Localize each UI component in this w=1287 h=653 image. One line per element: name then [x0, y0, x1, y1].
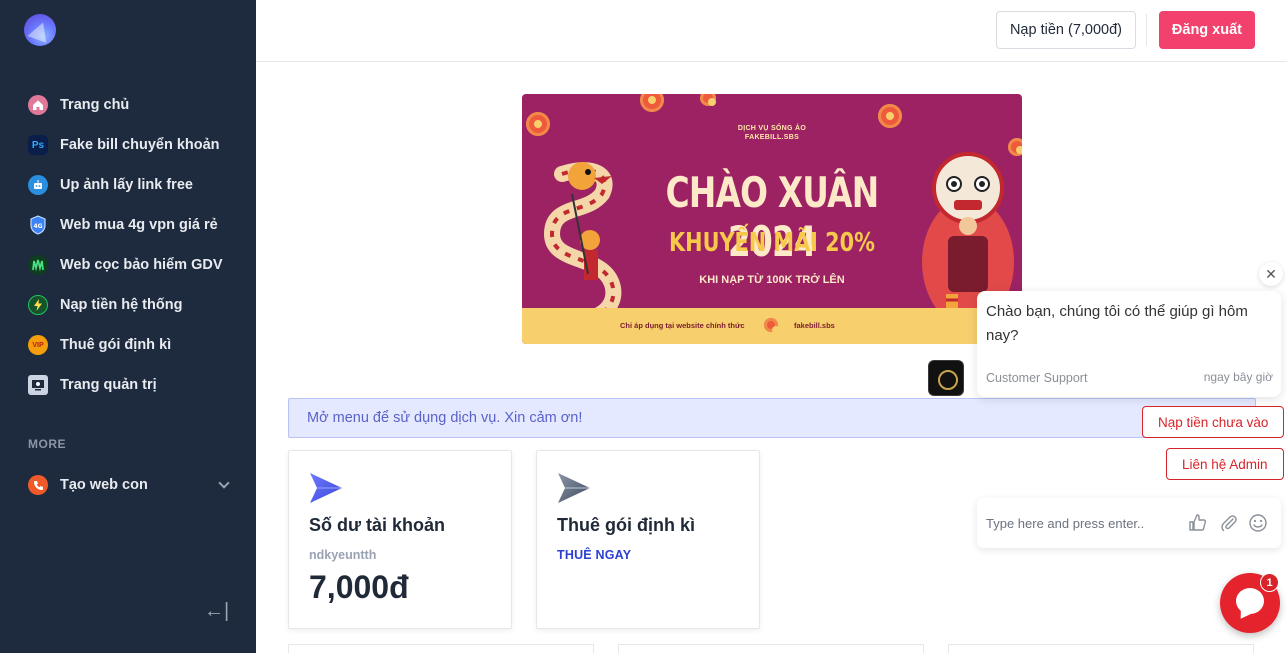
banner-small-line1: DỊCH VỤ SỐNG ẢO: [737, 125, 807, 132]
card-stub: [948, 644, 1254, 653]
username-label: ndkyeuntth: [309, 548, 377, 562]
chat-timestamp: ngay bây giờ: [1203, 370, 1273, 384]
header-divider: [1146, 14, 1147, 46]
emoji-icon[interactable]: [1248, 513, 1268, 533]
sidebar-item-label: Up ảnh lấy link free: [60, 177, 193, 193]
sidebar-item-fake-bill[interactable]: Ps Fake bill chuyển khoản: [0, 125, 256, 165]
chat-option-contact-admin[interactable]: Liên hệ Admin: [1166, 448, 1284, 480]
sidebar-nav-more: Tạo web con: [0, 465, 256, 505]
brand-avatar[interactable]: [928, 360, 964, 396]
logout-button[interactable]: Đăng xuất: [1158, 11, 1255, 49]
sidebar-item-admin[interactable]: Trang quản trị: [0, 365, 256, 405]
chat-option-topup-issue[interactable]: Nạp tiền chưa vào: [1142, 406, 1285, 438]
sidebar-item-subscription[interactable]: VIP Thuê gói định kì: [0, 325, 256, 365]
promo-banner[interactable]: DỊCH VỤ SỐNG ẢO FAKEBILL.SBS CHÀO XUÂN 2…: [522, 94, 1022, 344]
rent-now-link[interactable]: THUÊ NGAY: [557, 548, 631, 562]
dragon-illustration: [543, 162, 622, 328]
chat-bubble-icon: [1236, 588, 1264, 614]
card-stub: [618, 644, 924, 653]
shield-icon: 4G: [28, 215, 48, 235]
photoshop-icon: Ps: [28, 135, 48, 155]
sidebar-item-vpn[interactable]: 4G Web mua 4g vpn giá rẻ: [0, 205, 256, 245]
topup-balance-button[interactable]: Nạp tiền (7,000đ): [995, 11, 1136, 49]
flower-icon: [640, 94, 664, 112]
balance-card: Số dư tài khoản ndkyeuntth 7,000đ: [288, 450, 512, 629]
chat-message-bubble: Chào bạn, chúng tôi có thể giúp gì hôm n…: [977, 291, 1281, 397]
app-logo[interactable]: [24, 14, 56, 46]
svg-text:4G: 4G: [33, 223, 42, 230]
sidebar-item-home[interactable]: Trang chủ: [0, 85, 256, 125]
sidebar-item-label: Nạp tiền hệ thống: [60, 297, 183, 313]
chat-input-area: [977, 498, 1281, 548]
vip-icon: VIP: [28, 335, 48, 355]
sidebar-item-upload-image[interactable]: Up ảnh lấy link free: [0, 165, 256, 205]
paperclip-icon[interactable]: [1219, 513, 1239, 533]
sidebar-nav: Trang chủ Ps Fake bill chuyển khoản Up ả…: [0, 85, 256, 405]
lightning-icon: [28, 295, 48, 315]
info-notice: Mở menu để sử dụng dịch vụ. Xin cảm ơn!: [288, 398, 1256, 438]
sidebar-item-topup-system[interactable]: Nạp tiền hệ thống: [0, 285, 256, 325]
sidebar: Trang chủ Ps Fake bill chuyển khoản Up ả…: [0, 0, 256, 653]
banner-subtitle2: KHI NẠP TỪ 100K TRỞ LÊN: [699, 274, 845, 286]
card-stub: [288, 644, 594, 653]
card-title: Thuê gói định kì: [557, 515, 695, 535]
subscription-card: Thuê gói định kì THUÊ NGAY: [536, 450, 760, 629]
paper-plane-icon: [310, 473, 342, 503]
chat-message-text: Chào bạn, chúng tôi có thể giúp gì hôm n…: [986, 303, 1248, 344]
sidebar-item-label: Trang quản trị: [60, 377, 157, 393]
sidebar-item-label: Web mua 4g vpn giá rẻ: [60, 217, 218, 233]
sidebar-item-label: Web cọc bảo hiểm GDV: [60, 257, 223, 273]
chat-agent-name: Customer Support: [986, 371, 1088, 385]
top-header: Nạp tiền (7,000đ) Đăng xuất: [256, 0, 1287, 62]
flower-icon: [700, 94, 716, 106]
collapse-sidebar-icon[interactable]: ←|: [204, 600, 229, 622]
sidebar-item-label: Thuê gói định kì: [60, 337, 172, 353]
sidebar-item-create-subsite[interactable]: Tạo web con: [0, 465, 256, 505]
chat-message-input[interactable]: [986, 512, 1166, 534]
sidebar-item-insurance[interactable]: Web cọc bảo hiểm GDV: [0, 245, 256, 285]
banner-small-line2: FAKEBILL.SBS: [744, 134, 800, 141]
monster-icon: [28, 255, 48, 275]
phone-icon: [28, 475, 48, 495]
flower-icon: [764, 318, 780, 334]
banner-footer-left: Chỉ áp dụng tại website chính thức: [620, 321, 745, 330]
admin-icon: [28, 375, 48, 395]
banner-footer-right: fakebill.sbs: [794, 321, 835, 330]
balance-value: 7,000đ: [309, 569, 409, 605]
sidebar-item-label: Trang chủ: [60, 97, 130, 113]
sidebar-item-label: Fake bill chuyển khoản: [60, 137, 220, 153]
sidebar-item-label: Tạo web con: [60, 477, 148, 493]
upload-robot-icon: [28, 175, 48, 195]
thumbs-up-icon[interactable]: [1188, 513, 1208, 533]
chat-unread-badge: 1: [1260, 573, 1279, 592]
banner-subtitle: KHUYẾN MÃI 20%: [669, 228, 875, 258]
home-icon: [28, 95, 48, 115]
chat-close-button[interactable]: ✕: [1259, 262, 1283, 286]
card-title: Số dư tài khoản: [309, 515, 446, 535]
chevron-down-icon[interactable]: [218, 477, 230, 489]
sidebar-section-more: MORE: [28, 437, 66, 451]
paper-plane-icon: [558, 473, 590, 503]
flower-icon: [526, 112, 550, 136]
